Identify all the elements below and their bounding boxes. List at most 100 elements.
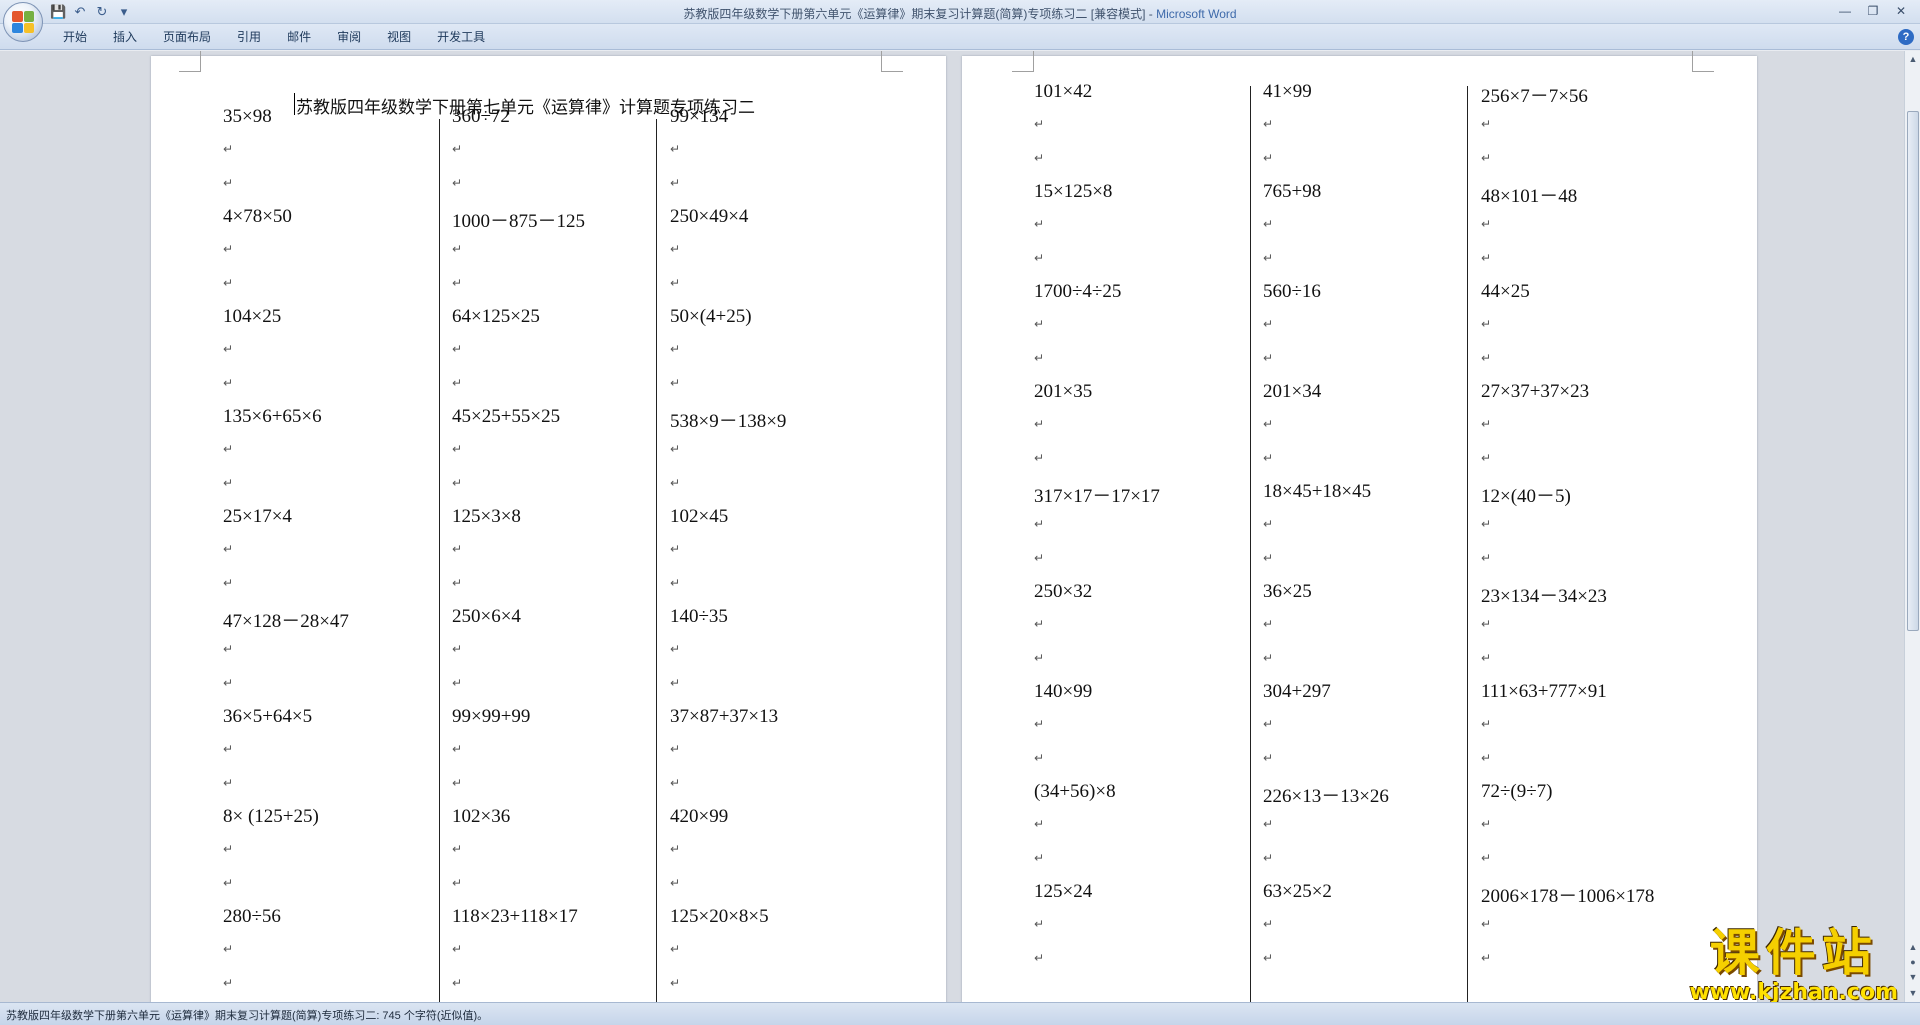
- problem-item[interactable]: 48×101－48: [1481, 181, 1577, 208]
- problem-item[interactable]: 64×125×25: [452, 306, 540, 328]
- close-icon[interactable]: ✕: [1888, 2, 1914, 20]
- problem-item[interactable]: 99×99+99: [452, 706, 530, 728]
- problem-item[interactable]: 18×45+18×45: [1263, 481, 1371, 503]
- scrollbar-thumb[interactable]: [1907, 111, 1919, 631]
- problem-item[interactable]: 35×98: [223, 106, 272, 128]
- paragraph-mark: ↵: [1263, 117, 1274, 131]
- problem-item[interactable]: 44×25: [1481, 281, 1530, 303]
- problem-item[interactable]: 201×35: [1034, 381, 1092, 403]
- document-area[interactable]: 苏教版四年级数学下册第七单元《运算律》计算题专项练习二 35×98 ↵ ↵ 4×78×…: [0, 51, 1904, 1002]
- paragraph-mark: ↵: [1034, 317, 1045, 331]
- paragraph-mark: ↵: [670, 242, 681, 256]
- problem-item[interactable]: 37×87+37×13: [670, 706, 778, 728]
- paragraph-mark: ↵: [1263, 417, 1274, 431]
- problem-item[interactable]: 50×(4+25): [670, 306, 752, 328]
- prev-page-icon[interactable]: ▲: [1907, 941, 1919, 953]
- problem-item[interactable]: 41×99: [1263, 81, 1312, 103]
- problem-item[interactable]: 125×3×8: [452, 506, 521, 528]
- problem-item[interactable]: 560÷16: [1263, 281, 1321, 303]
- problem-item[interactable]: 280÷56: [223, 906, 281, 928]
- scroll-down-icon[interactable]: ▼: [1907, 987, 1919, 999]
- problem-item[interactable]: 125×24: [1034, 881, 1092, 903]
- problem-item[interactable]: 538×9－138×9: [670, 406, 786, 433]
- problem-item[interactable]: 27×37+37×23: [1481, 381, 1589, 403]
- paragraph-mark: ↵: [223, 942, 234, 956]
- paragraph-mark: ↵: [1034, 551, 1045, 565]
- problem-item[interactable]: 104×25: [223, 306, 281, 328]
- restore-icon[interactable]: ❐: [1860, 2, 1886, 20]
- paragraph-mark: ↵: [1481, 951, 1492, 965]
- tab-references[interactable]: 引用: [224, 29, 274, 45]
- problem-item[interactable]: 118×23+118×17: [452, 906, 578, 928]
- problem-item[interactable]: 140×99: [1034, 681, 1092, 703]
- problem-item[interactable]: 45×25+55×25: [452, 406, 560, 428]
- tab-home[interactable]: 开始: [50, 29, 100, 45]
- paragraph-mark: ↵: [1481, 717, 1492, 731]
- problem-item[interactable]: 102×36: [452, 806, 510, 828]
- problem-item[interactable]: 1000－875－125: [452, 206, 585, 233]
- paragraph-mark: ↵: [670, 742, 681, 756]
- page-2[interactable]: 101×42 ↵ ↵ 15×125×8 ↵ ↵ 1700÷4÷25 ↵ ↵ 201×35 ↵ ↵ 317…: [962, 51, 1757, 1002]
- paragraph-mark: ↵: [452, 242, 463, 256]
- problem-item[interactable]: 25×17×4: [223, 506, 292, 528]
- paragraph-mark: ↵: [223, 442, 234, 456]
- problem-item[interactable]: 226×13－13×26: [1263, 781, 1389, 808]
- problem-item[interactable]: 765+98: [1263, 181, 1321, 203]
- problem-item[interactable]: 201×34: [1263, 381, 1321, 403]
- paragraph-mark: ↵: [452, 942, 463, 956]
- problem-item[interactable]: 72÷(9÷7): [1481, 781, 1553, 803]
- problem-item[interactable]: 4×78×50: [223, 206, 292, 228]
- paragraph-mark: ↵: [452, 642, 463, 656]
- tab-page-layout[interactable]: 页面布局: [150, 29, 224, 45]
- paragraph-mark: ↵: [1481, 451, 1492, 465]
- paragraph-mark: ↵: [1034, 451, 1045, 465]
- tab-insert[interactable]: 插入: [100, 29, 150, 45]
- paragraph-mark: ↵: [223, 476, 234, 490]
- browse-object-icon[interactable]: ●: [1907, 956, 1919, 968]
- problem-item[interactable]: (34+56)×8: [1034, 781, 1116, 803]
- problem-item[interactable]: 135×6+65×6: [223, 406, 322, 428]
- help-icon[interactable]: ?: [1898, 29, 1914, 45]
- problem-item[interactable]: 250×32: [1034, 581, 1092, 603]
- problem-item[interactable]: 12×(40－5): [1481, 481, 1571, 508]
- paragraph-mark: ↵: [1034, 617, 1045, 631]
- problem-item[interactable]: 1700÷4÷25: [1034, 281, 1121, 303]
- problem-item[interactable]: 2006×178－1006×178: [1481, 881, 1654, 908]
- problem-item[interactable]: 111×63+777×91: [1481, 681, 1607, 703]
- page-1[interactable]: 苏教版四年级数学下册第七单元《运算律》计算题专项练习二 35×98 ↵ ↵ 4×78×…: [151, 51, 946, 1002]
- problem-item[interactable]: 8× (125+25): [223, 806, 319, 828]
- paragraph-mark: ↵: [1263, 251, 1274, 265]
- problem-item[interactable]: 23×134－34×23: [1481, 581, 1607, 608]
- problem-item[interactable]: 304+297: [1263, 681, 1331, 703]
- paragraph-mark: ↵: [670, 642, 681, 656]
- problem-item[interactable]: 102×45: [670, 506, 728, 528]
- paragraph-mark: ↵: [1263, 551, 1274, 565]
- problem-item[interactable]: 317×17－17×17: [1034, 481, 1160, 508]
- problem-item[interactable]: 360÷72: [452, 106, 510, 128]
- problem-item[interactable]: 125×20×8×5: [670, 906, 769, 928]
- paragraph-mark: ↵: [452, 742, 463, 756]
- problem-item[interactable]: 250×6×4: [452, 606, 521, 628]
- problem-item[interactable]: 250×49×4: [670, 206, 748, 228]
- tab-mailings[interactable]: 邮件: [274, 29, 324, 45]
- paragraph-mark: ↵: [1481, 551, 1492, 565]
- scroll-up-icon[interactable]: ▲: [1907, 53, 1919, 65]
- problem-item[interactable]: 36×5+64×5: [223, 706, 312, 728]
- tab-view[interactable]: 视图: [374, 29, 424, 45]
- problem-item[interactable]: 15×125×8: [1034, 181, 1112, 203]
- problem-item[interactable]: 420×99: [670, 806, 728, 828]
- problem-item[interactable]: 36×25: [1263, 581, 1312, 603]
- next-page-icon[interactable]: ▼: [1907, 971, 1919, 983]
- problem-item[interactable]: 140÷35: [670, 606, 728, 628]
- office-button[interactable]: [3, 2, 43, 42]
- tab-developer[interactable]: 开发工具: [424, 29, 498, 45]
- problem-item[interactable]: 256×7－7×56: [1481, 81, 1588, 108]
- window-title-doc: 苏教版四年级数学下册第六单元《运算律》期末复习计算题(简算)专项练习二 [兼容模…: [683, 7, 1157, 21]
- tab-review[interactable]: 审阅: [324, 29, 374, 45]
- problem-item[interactable]: 63×25×2: [1263, 881, 1332, 903]
- problem-item[interactable]: 101×42: [1034, 81, 1092, 103]
- minimize-icon[interactable]: —: [1832, 2, 1858, 20]
- vertical-scrollbar[interactable]: ▲ ▲ ● ▼ ▼: [1904, 51, 1920, 1002]
- problem-item[interactable]: 99×134: [670, 106, 728, 128]
- problem-item[interactable]: 47×128－28×47: [223, 606, 349, 633]
